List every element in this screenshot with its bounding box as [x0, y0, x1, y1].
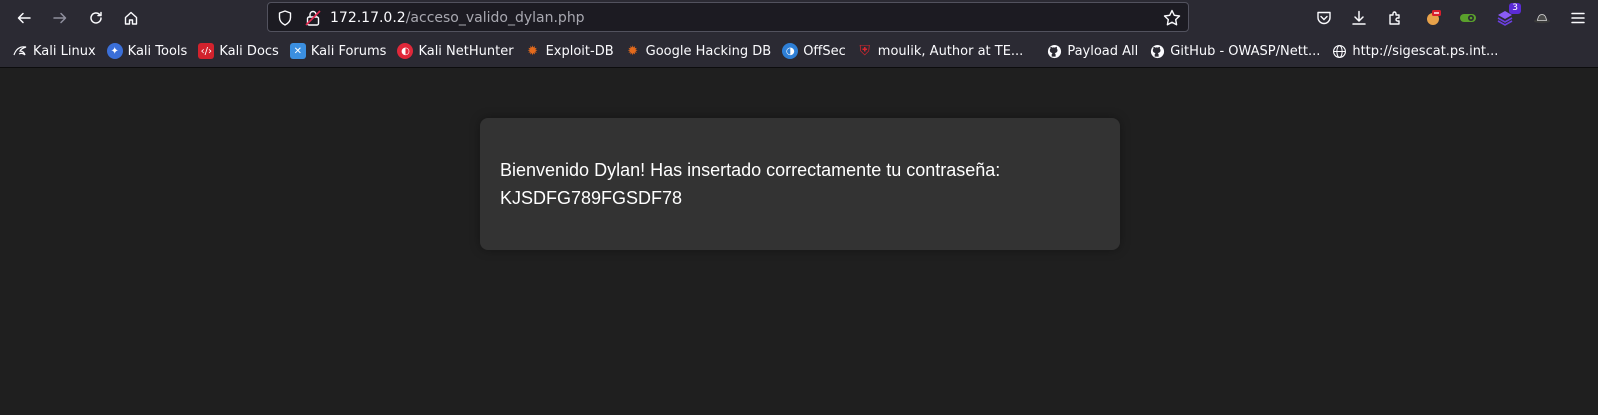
cookie-editor-icon — [1460, 14, 1476, 22]
bookmark-label: OffSec — [803, 43, 846, 59]
bookmark-label: Kali NetHunter — [418, 43, 514, 59]
download-icon — [1352, 10, 1366, 25]
bookmark-exploit-db[interactable]: ✹ Exploit-DB — [521, 39, 618, 63]
hamburger-menu-icon — [1571, 12, 1585, 24]
bookmarks-toolbar: Kali Linux ✦ Kali Tools ‹/› Kali Docs ✕ Kal… — [0, 35, 1598, 68]
ghdb-icon: ✹ — [627, 43, 639, 59]
bookmark-label: Kali Docs — [219, 43, 279, 59]
extension-badge: 3 — [1509, 3, 1521, 14]
globe-icon — [1331, 43, 1347, 59]
bookmark-sigescat[interactable]: http://sigescat.ps.int... — [1327, 39, 1502, 63]
bookmark-label: Payload All — [1067, 43, 1139, 59]
bookmark-label: Google Hacking DB — [645, 43, 772, 59]
tracking-protection-shield-icon[interactable] — [276, 9, 294, 27]
bookmark-kali-forums[interactable]: ✕ Kali Forums — [286, 39, 391, 63]
nethunter-icon: ◐ — [397, 43, 414, 59]
back-button[interactable] — [10, 4, 38, 32]
browser-toolbar: 172.17.0.2/acceso_valido_dylan.php 3 — [0, 0, 1598, 35]
forward-button[interactable] — [46, 4, 74, 32]
wappalyzer-button[interactable]: 3 — [1493, 3, 1521, 30]
back-arrow-icon — [17, 12, 31, 24]
insecure-lock-icon[interactable] — [304, 9, 322, 27]
extensions-button[interactable] — [1383, 6, 1407, 30]
password-text: KJSDFG789FGSDF78 — [500, 188, 683, 208]
cookie-editor-button[interactable] — [1456, 6, 1480, 30]
bookmark-label: http://sigescat.ps.int... — [1352, 43, 1499, 59]
bookmark-offsec[interactable]: ◑ OffSec — [778, 39, 850, 63]
pocket-icon — [1317, 11, 1331, 25]
kali-docs-icon: ‹/› — [198, 43, 215, 59]
welcome-message: Bienvenido Dylan! Has insertado correcta… — [500, 160, 1001, 180]
bookmark-payload-all[interactable]: Payload All — [1042, 39, 1142, 63]
github-icon — [1149, 43, 1165, 59]
bookmark-label: moulik, Author at TE... — [877, 43, 1024, 59]
kali-dragon-icon — [12, 43, 28, 59]
foxyproxy-icon — [1427, 10, 1441, 25]
offsec-icon: ◑ — [782, 43, 799, 59]
bookmark-label: Exploit-DB — [545, 43, 614, 59]
page-viewport: Bienvenido Dylan! Has insertado correcta… — [0, 68, 1598, 415]
reload-button[interactable] — [82, 4, 110, 32]
url-bar[interactable]: 172.17.0.2/acceso_valido_dylan.php — [267, 2, 1189, 32]
url-host: 172.17.0.2 — [330, 10, 406, 26]
bookmark-label: Kali Linux — [33, 43, 96, 59]
exploit-db-icon: ✹ — [527, 43, 539, 59]
home-icon — [124, 11, 138, 25]
bookmark-kali-docs[interactable]: ‹/› Kali Docs — [194, 39, 283, 63]
app-menu-button[interactable] — [1566, 6, 1590, 30]
github-icon — [1046, 43, 1062, 59]
bookmark-github-owasp[interactable]: GitHub - OWASP/Nett... — [1145, 39, 1324, 63]
bookmark-kali-nethunter[interactable]: ◐ Kali NetHunter — [393, 39, 517, 63]
hat-extension-button[interactable] — [1530, 6, 1554, 30]
extensions-puzzle-icon — [1389, 11, 1400, 25]
home-button[interactable] — [117, 4, 145, 32]
hat-icon — [1534, 14, 1550, 24]
bookmark-kali-linux[interactable]: Kali Linux — [8, 39, 100, 63]
welcome-card: Bienvenido Dylan! Has insertado correcta… — [480, 118, 1120, 250]
reload-icon — [90, 11, 102, 24]
forward-arrow-icon — [53, 12, 67, 24]
kali-forums-icon: ✕ — [289, 43, 306, 59]
bookmark-kali-tools[interactable]: ✦ Kali Tools — [103, 39, 192, 63]
url-path: /acceso_valido_dylan.php — [405, 10, 585, 26]
bookmark-moulik[interactable]: ⛨ moulik, Author at TE... — [853, 39, 1028, 63]
foxyproxy-button[interactable] — [1421, 6, 1445, 30]
shield-red-icon: ⛨ — [859, 43, 871, 59]
downloads-button[interactable] — [1347, 6, 1371, 30]
bookmark-google-hacking-db[interactable]: ✹ Google Hacking DB — [621, 39, 776, 63]
url-text[interactable]: 172.17.0.2/acceso_valido_dylan.php — [330, 9, 585, 27]
kali-tools-icon: ✦ — [106, 43, 123, 59]
bookmark-label: Kali Forums — [310, 43, 387, 59]
pocket-button[interactable] — [1312, 6, 1336, 30]
bookmark-star-icon[interactable] — [1162, 8, 1182, 28]
bookmark-label: GitHub - OWASP/Nett... — [1170, 43, 1321, 59]
bookmark-label: Kali Tools — [127, 43, 188, 59]
